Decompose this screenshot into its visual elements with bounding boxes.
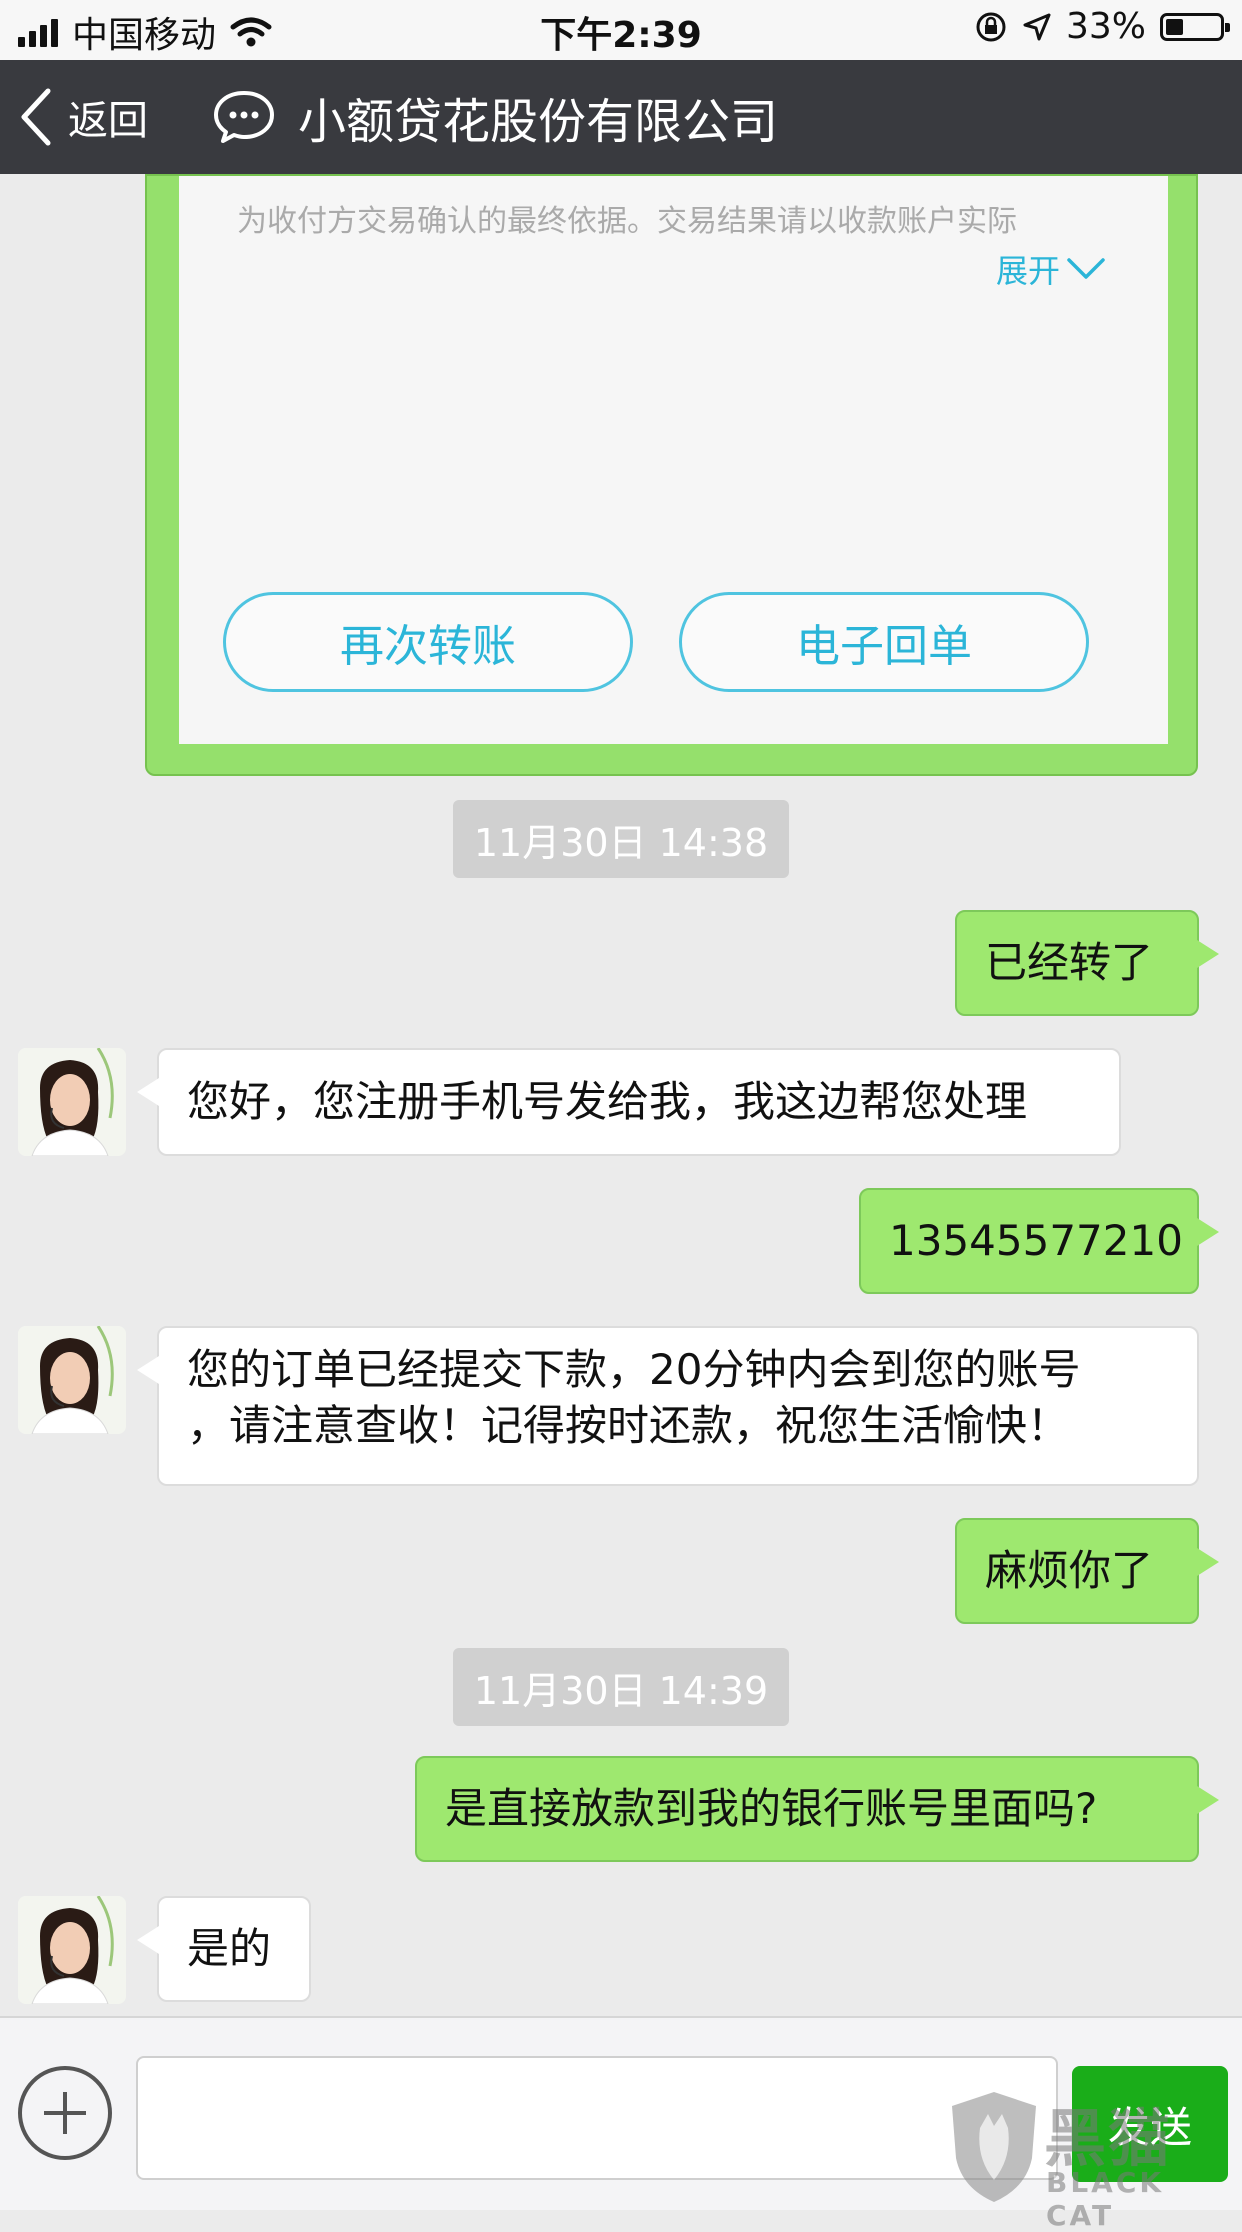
timestamp: 11月30日 14:38 — [453, 800, 789, 878]
add-attachment-button[interactable] — [18, 2066, 112, 2160]
incoming-message[interactable]: 是的 — [137, 1896, 311, 2002]
agent-avatar-icon — [18, 1896, 126, 2004]
message-line: 您的订单已经提交下款，20分钟内会到您的账号 — [187, 1345, 1081, 1394]
outgoing-message[interactable]: 已经转了 — [955, 910, 1219, 1016]
outgoing-message[interactable]: 13545577210 — [859, 1188, 1219, 1294]
battery-icon — [1160, 12, 1230, 41]
back-button[interactable]: 返回 — [16, 80, 148, 154]
agent-avatar-icon — [18, 1326, 126, 1434]
black-cat-shield-icon — [952, 2092, 1036, 2202]
chat-title: 小额贷花股份有限公司 — [298, 94, 779, 150]
watermark-logo: 黑猫 BLACK CAT — [946, 2088, 1236, 2232]
chevron-left-icon — [21, 88, 51, 146]
avatar[interactable] — [18, 1048, 126, 1156]
watermark-text: 黑猫 — [1044, 2102, 1173, 2175]
receipt-note: 为收付方交易确认的最终依据。交易结果请以收款账户实际 — [237, 204, 1017, 239]
status-bar: 中国移动 下午2:39 33% — [0, 0, 1242, 60]
receipt-image-message[interactable]: 为收付方交易确认的最终依据。交易结果请以收款账户实际 展开 再次转账 电子回单 — [145, 174, 1198, 776]
location-arrow-icon — [1023, 13, 1051, 40]
timestamp: 11月30日 14:39 — [453, 1648, 789, 1726]
chevron-down-icon — [1067, 258, 1105, 279]
outgoing-message[interactable]: 麻烦你了 — [955, 1518, 1219, 1624]
message-line: ，请注意查收！记得按时还款，祝您生活愉快！ — [187, 1401, 1070, 1450]
e-receipt-button: 电子回单 — [679, 592, 1089, 692]
avatar[interactable] — [18, 1326, 126, 1434]
chat-bubble-icon — [214, 91, 274, 143]
incoming-message[interactable]: 您好，您注册手机号发给我，我这边帮您处理 — [137, 1048, 1121, 1156]
message-input[interactable] — [136, 2056, 1058, 2180]
watermark-subtext: BLACK CAT — [1046, 2166, 1165, 2232]
nav-bar: 返回 小额贷花股份有限公司 — [0, 60, 1242, 174]
outgoing-message[interactable]: 是直接放款到我的银行账号里面吗? — [415, 1756, 1219, 1862]
avatar[interactable] — [18, 1896, 126, 2004]
expand-link: 展开 — [996, 246, 1106, 292]
battery-percent: 33% — [1065, 6, 1146, 47]
agent-avatar-icon — [18, 1048, 126, 1156]
incoming-message[interactable]: 您的订单已经提交下款，20分钟内会到您的账号 ，请注意查收！记得按时还款，祝您生… — [137, 1326, 1199, 1486]
transfer-again-button: 再次转账 — [223, 592, 633, 692]
back-label: 返回 — [68, 98, 148, 144]
rotation-lock-icon — [976, 12, 1006, 41]
